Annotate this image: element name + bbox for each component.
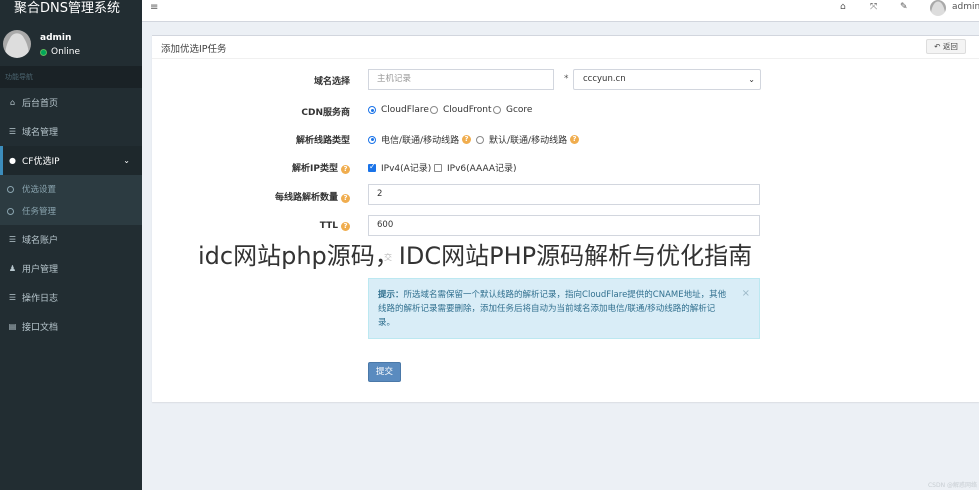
count-input[interactable]: 2 [368,184,760,205]
sidebar-subitem-label: 优选设置 [22,185,57,195]
box-header: 添加优选IP任务 ↶ 返回 [152,36,979,59]
alert-title: 提示： [378,290,404,300]
chevron-down-icon: ⌄ [748,75,755,84]
submit-button[interactable]: 提交 [368,362,401,382]
radio-checked-icon [368,106,376,114]
sidebar: 聚合DNS管理系统 admin Online 功能导航 ⌂ 后台首页 ☰ 域名管… [0,0,142,490]
chevron-down-icon: ⌄ [123,156,130,165]
line-option-telecom[interactable]: 电信/联通/移动线路 ? [368,133,472,146]
close-icon[interactable]: × [742,287,750,301]
corner-watermark: CSDN @解惑网络 [927,482,977,489]
sidebar-item-api-docs[interactable]: ▤ 接口文档 [0,312,142,341]
list-icon: ☰ [8,127,17,136]
domain-label: 域名选择 [313,77,350,87]
checkbox-icon [434,163,442,172]
back-button-label: 返回 [942,42,958,51]
ttl-label: TTL? [320,221,350,231]
list-icon: ☰ [8,293,17,302]
domain-select[interactable]: cccyun.cn ⌄ [573,69,761,90]
cloud-icon: ● [9,156,16,165]
sidebar-item-cf-ip[interactable]: ● CF优选IP ⌄ [0,146,142,175]
wrench-icon[interactable]: ✎ [900,2,908,12]
line-label: 解析线路类型 [295,136,350,146]
help-icon[interactable]: ? [462,135,472,144]
user-status: Online [40,47,80,57]
radio-icon [430,106,438,114]
expand-icon[interactable]: ⤧ [870,2,877,12]
back-button[interactable]: ↶ 返回 [926,39,966,54]
doc-icon: ▤ [8,322,17,331]
sidebar-item-label: 域名管理 [22,128,59,138]
cdn-option-cloudflare[interactable]: CloudFlare [368,105,429,115]
sidebar-item-label: 域名账户 [22,236,59,246]
circle-icon [7,185,14,193]
sidebar-item-label: 用户管理 [22,265,59,275]
line-option-default[interactable]: 默认/联通/移动线路 ? [476,133,580,146]
help-icon[interactable]: ? [570,135,580,144]
option-label: CloudFlare [381,105,429,115]
sidebar-subitem-settings[interactable]: 优选设置 [0,178,142,200]
radio-icon [493,106,501,114]
option-label: CloudFront [443,105,492,115]
sidebar-item-label: CF优选IP [22,157,60,167]
iptype-option-ipv4[interactable]: IPv4(A记录) [368,161,431,174]
cdn-label: CDN服务商 [301,108,350,118]
home-icon: ⌂ [9,98,16,107]
option-label: IPv4(A记录) [381,164,432,174]
list-icon: ☰ [8,235,17,244]
sidebar-item-domains[interactable]: ☰ 域名管理 [0,117,142,146]
host-record-input[interactable]: 主机记录 [368,69,554,90]
menu-icon[interactable]: ≡ [150,2,158,13]
option-label: 默认/联通/移动线路 [489,136,568,146]
option-label: 电信/联通/移动线路 [381,136,460,146]
sidebar-item-users[interactable]: ♟ 用户管理 [0,254,142,283]
iptype-option-ipv6[interactable]: IPv6(AAAA记录) [434,161,517,174]
count-label: 每线路解析数量? [275,190,350,203]
sidebar-subitem-tasks[interactable]: 任务管理 [0,200,142,222]
sidebar-item-label: 后台首页 [22,99,59,109]
radio-checked-icon [368,135,376,144]
alert-text: 所选域名需保留一个默认线路的解析记录，指向CloudFlare提供的CNAME地… [378,290,727,328]
user-name: admin [40,33,72,43]
tip-alert: 提示：所选域名需保留一个默认线路的解析记录，指向CloudFlare提供的CNA… [368,278,760,339]
sidebar-item-logs[interactable]: ☰ 操作日志 [0,283,142,312]
overlay-title: idc网站php源码，IDC网站PHP源码解析与优化指南 [198,242,753,270]
home-icon[interactable]: ⌂ [840,2,846,12]
count-label-text: 每线路解析数量 [274,193,338,203]
online-dot-icon [40,48,47,56]
sidebar-subitem-label: 任务管理 [22,207,57,217]
sidebar-item-accounts[interactable]: ☰ 域名账户 [0,225,142,254]
avatar [3,30,31,58]
topbar: ≡ ⌂ ⤧ ✎ admin [142,0,979,22]
avatar[interactable] [930,0,946,16]
checkbox-checked-icon [368,162,376,172]
help-icon[interactable]: ? [341,194,350,203]
iptype-label-text: 解析IP类型 [292,164,338,174]
page-title: 添加优选IP任务 [161,44,227,55]
user-panel: admin Online [0,22,142,64]
topbar-user-name[interactable]: admin [952,2,979,12]
option-label: Gcore [506,105,533,115]
sidebar-item-label: 操作日志 [22,294,59,304]
radio-icon [476,135,484,144]
user-status-label: Online [51,47,81,57]
help-icon[interactable]: ? [341,222,350,231]
separator: * [564,74,569,84]
sidebar-item-label: 接口文档 [22,323,59,333]
sidebar-item-home[interactable]: ⌂ 后台首页 [0,88,142,117]
subnav: 优选设置 任务管理 [0,175,142,225]
nav-header: 功能导航 [0,66,142,88]
cdn-option-cloudfront[interactable]: CloudFront [430,105,491,115]
circle-icon [7,207,14,215]
task-form-box: 添加优选IP任务 ↶ 返回 域名选择 主机记录 * cccyun.cn ⌄ CD… [152,35,979,402]
iptype-label: 解析IP类型? [292,161,350,174]
option-label: IPv6(AAAA记录) [447,164,517,174]
app-brand[interactable]: 聚合DNS管理系统 [0,0,142,22]
ttl-input[interactable]: 600 [368,215,760,236]
user-icon: ♟ [8,264,17,273]
domain-select-value: cccyun.cn [583,74,626,84]
cdn-option-gcore[interactable]: Gcore [493,105,532,115]
help-icon[interactable]: ? [341,165,350,174]
ttl-label-text: TTL [319,221,338,231]
